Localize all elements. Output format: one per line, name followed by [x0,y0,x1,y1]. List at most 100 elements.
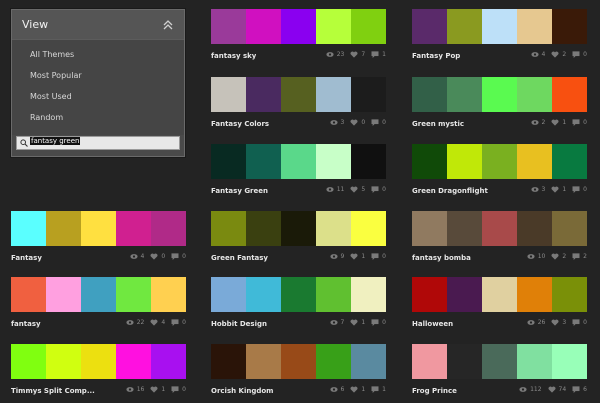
theme-swatches[interactable] [211,344,386,379]
heart-icon[interactable] [551,319,559,326]
theme-tile[interactable]: Timmys Split Comp... 16 1 0 [11,344,186,397]
view-item-most-used[interactable]: Most Used [12,86,184,107]
color-swatch [552,77,587,112]
view-item-all-themes[interactable]: All Themes [12,44,184,65]
comment-icon[interactable] [371,253,379,260]
heart-icon[interactable] [551,253,559,260]
heart-icon[interactable] [548,386,556,393]
comment-icon[interactable] [572,253,580,260]
comment-count: 6 [583,386,587,393]
heart-icon[interactable] [350,119,358,126]
theme-tile[interactable]: Fantasy Colors 3 0 0 [211,77,386,130]
color-swatch [351,344,386,379]
theme-swatches[interactable] [211,277,386,312]
eye-icon [329,386,338,393]
theme-tile[interactable]: Fantasy Green 11 5 0 [211,144,386,197]
comment-icon[interactable] [371,386,379,393]
view-item-random[interactable]: Random [12,107,184,128]
view-menu: All Themes Most Popular Most Used Random [12,40,184,135]
comment-icon[interactable] [171,386,179,393]
theme-swatches[interactable] [412,344,587,379]
theme-name[interactable]: fantasy sky [211,52,256,60]
heart-icon[interactable] [150,253,158,260]
heart-icon[interactable] [150,319,158,326]
theme-swatches[interactable] [211,144,386,179]
heart-icon[interactable] [350,253,358,260]
heart-icon[interactable] [551,51,559,58]
comment-icon[interactable] [371,319,379,326]
heart-icon[interactable] [150,386,158,393]
theme-tile[interactable]: Hobbit Design 7 1 0 [211,277,386,330]
theme-swatches[interactable] [412,277,587,312]
search-input[interactable]: fantasy green [28,137,178,149]
theme-swatches[interactable] [412,211,587,246]
comment-count: 0 [583,319,587,326]
color-swatch [412,144,447,179]
theme-name[interactable]: Frog Prince [412,387,457,395]
view-item-most-popular[interactable]: Most Popular [12,65,184,86]
view-panel-header[interactable]: View [12,10,184,40]
color-swatch [81,211,116,246]
theme-tile[interactable]: Fantasy Pop 4 2 0 [412,9,587,62]
theme-name[interactable]: Fantasy Pop [412,52,460,60]
theme-name[interactable]: Green Dragonflight [412,187,488,195]
theme-swatches[interactable] [412,144,587,179]
theme-name[interactable]: Timmys Split Comp... [11,387,95,395]
theme-tile[interactable]: fantasy sky 23 7 1 [211,9,386,62]
theme-name[interactable]: Orcish Kingdom [211,387,273,395]
comment-icon[interactable] [572,386,580,393]
comment-icon[interactable] [572,186,580,193]
theme-tile[interactable]: Orcish Kingdom 6 1 1 [211,344,386,397]
theme-name[interactable]: fantasy bomba [412,254,471,262]
heart-icon[interactable] [350,386,358,393]
heart-icon[interactable] [350,51,358,58]
comment-icon[interactable] [371,51,379,58]
theme-tile[interactable]: fantasy 22 4 0 [11,277,186,330]
theme-name[interactable]: Green Fantasy [211,254,268,262]
theme-tile[interactable]: Frog Prince 112 74 6 [412,344,587,397]
comment-icon[interactable] [572,51,580,58]
comment-icon[interactable] [171,319,179,326]
theme-tile[interactable]: Halloween 26 3 0 [412,277,587,330]
theme-swatches[interactable] [412,77,587,112]
search-box[interactable]: fantasy green [16,136,180,150]
theme-swatches[interactable] [11,344,186,379]
color-swatch [482,277,517,312]
theme-name[interactable]: Green mystic [412,120,464,128]
color-swatch [351,144,386,179]
theme-tile[interactable]: Green Dragonflight 3 1 0 [412,144,587,197]
theme-swatches[interactable] [211,211,386,246]
comment-icon[interactable] [572,119,580,126]
theme-name[interactable]: Fantasy Colors [211,120,269,128]
theme-name[interactable]: fantasy [11,320,41,328]
heart-icon[interactable] [551,119,559,126]
theme-tile[interactable]: Green mystic 2 1 0 [412,77,587,130]
theme-tile[interactable]: fantasy bomba 10 2 2 [412,211,587,264]
comment-count: 0 [382,253,386,260]
theme-stats: 3 1 0 [527,186,587,193]
theme-name[interactable]: Fantasy [11,254,42,262]
eye-icon [329,253,338,260]
theme-name[interactable]: Hobbit Design [211,320,267,328]
comment-icon[interactable] [572,319,580,326]
heart-icon[interactable] [350,186,358,193]
theme-swatches[interactable] [211,9,386,44]
comment-icon[interactable] [371,186,379,193]
heart-icon[interactable] [551,186,559,193]
theme-tile[interactable]: Fantasy 4 0 0 [11,211,186,264]
collapse-icon[interactable] [162,19,174,31]
comment-icon[interactable] [171,253,179,260]
color-swatch [412,211,447,246]
theme-name[interactable]: Fantasy Green [211,187,268,195]
theme-swatches[interactable] [211,77,386,112]
heart-count: 1 [361,386,366,393]
theme-name[interactable]: Halloween [412,320,453,328]
color-swatch [447,9,482,44]
heart-count: 0 [361,119,366,126]
theme-swatches[interactable] [11,277,186,312]
theme-swatches[interactable] [412,9,587,44]
heart-icon[interactable] [350,319,358,326]
theme-swatches[interactable] [11,211,186,246]
comment-icon[interactable] [371,119,379,126]
theme-tile[interactable]: Green Fantasy 9 1 0 [211,211,386,264]
